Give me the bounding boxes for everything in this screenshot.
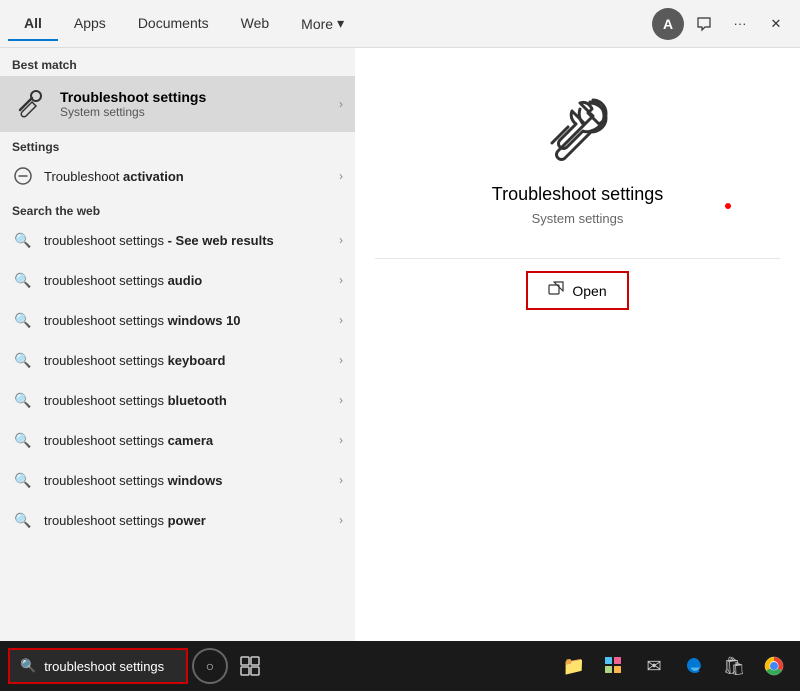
settings-section-label: Settings: [0, 132, 355, 156]
avatar[interactable]: A: [652, 8, 684, 40]
tab-all[interactable]: All: [8, 7, 58, 41]
close-icon[interactable]: ✕: [760, 8, 792, 40]
chevron-right-icon: ›: [339, 97, 343, 111]
chevron-right-icon: ›: [339, 169, 343, 183]
search-icon: 🔍: [12, 389, 34, 411]
open-label: Open: [572, 283, 606, 299]
tab-documents[interactable]: Documents: [122, 7, 225, 41]
edge-icon[interactable]: [676, 648, 712, 684]
settings-item-text: Troubleshoot activation: [44, 169, 329, 184]
web-item-3[interactable]: 🔍 troubleshoot settings keyboard ›: [0, 340, 355, 380]
left-panel: Best match Troubleshoot settings System …: [0, 48, 355, 641]
search-icon: 🔍: [12, 469, 34, 491]
open-button-container: Open: [375, 271, 780, 310]
tab-more[interactable]: More ▾: [285, 7, 360, 40]
wrench-large-icon: [538, 88, 618, 168]
chevron-right-icon: ›: [339, 433, 343, 447]
chevron-right-icon: ›: [339, 233, 343, 247]
web-item-0[interactable]: 🔍 troubleshoot settings - See web result…: [0, 220, 355, 260]
feedback-icon[interactable]: [688, 8, 720, 40]
top-nav: All Apps Documents Web More ▾ A ··· ✕: [0, 0, 800, 48]
web-item-2[interactable]: 🔍 troubleshoot settings windows 10 ›: [0, 300, 355, 340]
best-match-text: Troubleshoot settings System settings: [60, 89, 327, 119]
chrome-icon[interactable]: [756, 648, 792, 684]
cortana-button[interactable]: ○: [192, 648, 228, 684]
web-item-6[interactable]: 🔍 troubleshoot settings windows ›: [0, 460, 355, 500]
taskbar-search-icon: 🔍: [20, 658, 36, 674]
chevron-right-icon: ›: [339, 473, 343, 487]
main-content: Best match Troubleshoot settings System …: [0, 48, 800, 641]
more-label: More: [301, 16, 333, 32]
web-item-text-0: troubleshoot settings - See web results: [44, 233, 329, 248]
right-panel: Troubleshoot settings System settings Op…: [355, 48, 800, 641]
file-explorer-icon[interactable]: 📁: [556, 648, 592, 684]
web-item-text-4: troubleshoot settings bluetooth: [44, 393, 329, 408]
wrench-icon: [12, 86, 48, 122]
search-icon: 🔍: [12, 429, 34, 451]
web-item-text-7: troubleshoot settings power: [44, 513, 329, 528]
store-icon[interactable]: 🛍: [716, 648, 752, 684]
circle-cross-icon: [12, 165, 34, 187]
web-item-text-2: troubleshoot settings windows 10: [44, 313, 329, 328]
web-item-5[interactable]: 🔍 troubleshoot settings camera ›: [0, 420, 355, 460]
best-match-label: Best match: [0, 48, 355, 76]
right-panel-title: Troubleshoot settings: [492, 184, 663, 205]
task-view-icon[interactable]: [232, 648, 268, 684]
web-item-text-5: troubleshoot settings camera: [44, 433, 329, 448]
best-match-item[interactable]: Troubleshoot settings System settings ›: [0, 76, 355, 132]
red-dot-indicator: [725, 203, 731, 209]
nav-icons: A ··· ✕: [652, 8, 792, 40]
web-item-text-3: troubleshoot settings keyboard: [44, 353, 329, 368]
chevron-right-icon: ›: [339, 393, 343, 407]
search-icon: 🔍: [12, 269, 34, 291]
chevron-right-icon: ›: [339, 273, 343, 287]
open-icon: [548, 281, 564, 300]
settings-troubleshoot-activation[interactable]: Troubleshoot activation ›: [0, 156, 355, 196]
web-item-text-1: troubleshoot settings audio: [44, 273, 329, 288]
settings-icon[interactable]: [596, 648, 632, 684]
chevron-down-icon: ▾: [337, 15, 344, 32]
web-item-text-6: troubleshoot settings windows: [44, 473, 329, 488]
web-section-label: Search the web: [0, 196, 355, 220]
taskbar-search-text: troubleshoot settings: [44, 659, 164, 674]
web-item-7[interactable]: 🔍 troubleshoot settings power ›: [0, 500, 355, 540]
taskbar-search[interactable]: 🔍 troubleshoot settings: [8, 648, 188, 684]
taskbar: 🔍 troubleshoot settings ○ 📁 ✉ 🛍: [0, 641, 800, 691]
search-icon: 🔍: [12, 349, 34, 371]
chevron-right-icon: ›: [339, 513, 343, 527]
best-match-subtitle: System settings: [60, 105, 327, 119]
best-match-title: Troubleshoot settings: [60, 89, 327, 105]
web-item-1[interactable]: 🔍 troubleshoot settings audio ›: [0, 260, 355, 300]
mail-icon[interactable]: ✉: [636, 648, 672, 684]
chevron-right-icon: ›: [339, 313, 343, 327]
search-icon: 🔍: [12, 509, 34, 531]
open-button[interactable]: Open: [526, 271, 628, 310]
tab-apps[interactable]: Apps: [58, 7, 122, 41]
right-panel-subtitle: System settings: [532, 211, 624, 226]
web-item-4[interactable]: 🔍 troubleshoot settings bluetooth ›: [0, 380, 355, 420]
divider: [375, 258, 780, 259]
tab-web[interactable]: Web: [225, 7, 286, 41]
chevron-right-icon: ›: [339, 353, 343, 367]
search-icon: 🔍: [12, 309, 34, 331]
start-menu: All Apps Documents Web More ▾ A ··· ✕ Be…: [0, 0, 800, 641]
search-icon: 🔍: [12, 229, 34, 251]
more-options-icon[interactable]: ···: [724, 8, 756, 40]
